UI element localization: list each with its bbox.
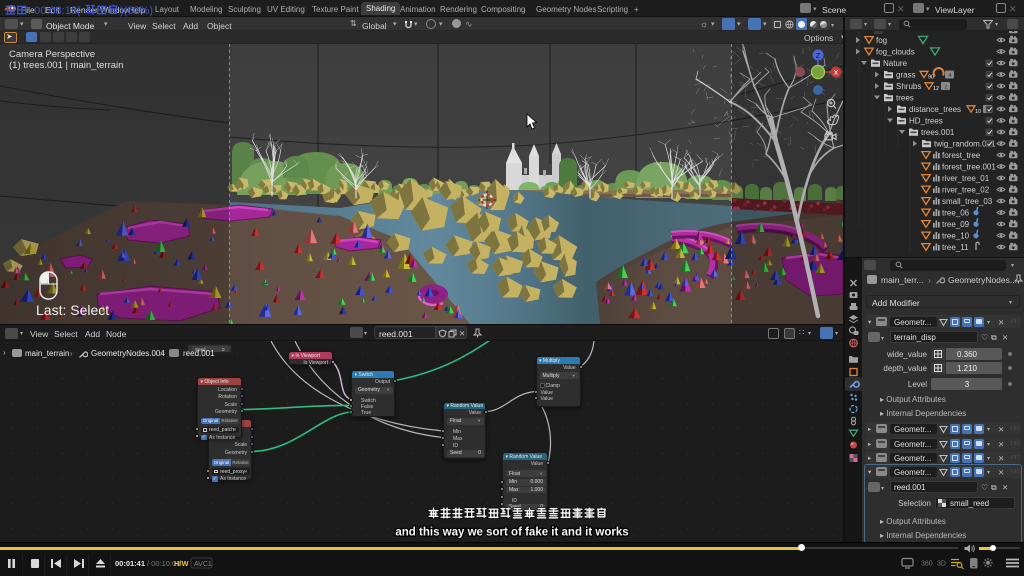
svg-text:Nature: Nature [883,59,908,68]
svg-text:(1) trees.001 | main_terrain: (1) trees.001 | main_terrain [9,60,123,71]
svg-text:fog_clouds: fog_clouds [876,48,915,57]
svg-text:fog: fog [876,36,887,45]
svg-text:)(82%): )(82%) [120,5,153,17]
svg-text:HD_trees: HD_trees [909,117,943,126]
svg-text:4: 4 [949,73,952,79]
svg-text:Last: Select: Last: Select [36,302,109,318]
svg-text:trees: trees [896,94,914,103]
svg-text:2: 2 [945,85,948,91]
svg-text:river_tree_01: river_tree_01 [942,174,990,183]
svg-text:forest_tree: forest_tree [942,151,981,160]
svg-text:small_tree_03: small_tree_03 [942,197,993,206]
svg-text:trees.001: trees.001 [921,128,955,137]
svg-text:tree_06: tree_06 [942,209,970,218]
svg-text:H/W: H/W [174,559,190,568]
svg-text:10: 10 [975,109,981,115]
svg-text:X: X [834,70,839,77]
svg-text:360: 360 [921,561,933,568]
svg-text:grass: grass [896,71,916,80]
svg-text:3D: 3D [937,561,946,568]
svg-text:12: 12 [933,86,939,92]
svg-text:river_tree_02: river_tree_02 [942,186,990,195]
svg-text:00:01:41: 00:01:41 [115,559,145,568]
svg-text:tree_11: tree_11 [942,243,969,252]
svg-text:tree_10: tree_10 [942,232,970,241]
svg-text:and this way we sort of fake i: and this way we sort of fake it and it w… [395,527,628,539]
svg-text:distance_trees: distance_trees [909,105,961,114]
svg-text:forest_tree.001: forest_tree.001 [942,163,996,172]
svg-text:AVC1: AVC1 [194,561,212,568]
svg-text:tree_09: tree_09 [942,220,970,229]
svg-text:Camera Perspective: Camera Perspective [9,49,95,60]
svg-text:Shrubs: Shrubs [896,82,921,91]
svg-text:Z: Z [816,53,821,60]
svg-text:: 00:08:18(: : 00:08:18( [28,5,81,17]
